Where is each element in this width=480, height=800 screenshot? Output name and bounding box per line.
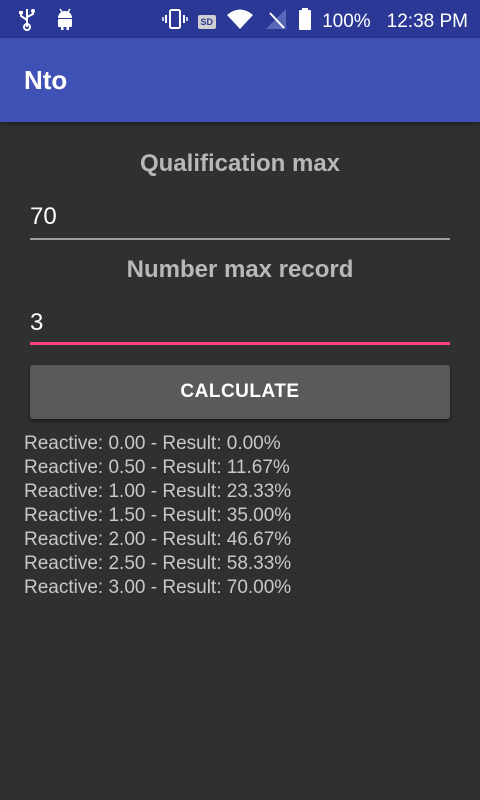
- result-line: Reactive: 0.00 - Result: 0.00%: [24, 433, 281, 454]
- qualification-max-underline: [30, 238, 450, 240]
- usb-icon: [16, 7, 38, 36]
- android-icon: [54, 7, 76, 36]
- results-list: Reactive: 0.00 - Result: 0.00% Reactive:…: [24, 432, 291, 600]
- result-line: Reactive: 1.00 - Result: 23.33%: [24, 481, 292, 502]
- status-bar: SD 100% 12:38 PM: [0, 0, 480, 38]
- number-max-record-underline: [30, 342, 450, 345]
- number-max-record-label: Number max record: [126, 256, 354, 283]
- app-title: Nto: [24, 65, 68, 95]
- sd-card-icon: SD: [197, 14, 217, 29]
- result-line: Reactive: 2.00 - Result: 46.67%: [24, 529, 292, 550]
- result-line: Reactive: 2.50 - Result: 58.33%: [24, 553, 292, 574]
- qualification-max-label: Qualification max: [139, 150, 341, 177]
- number-max-record-input[interactable]: [30, 302, 450, 344]
- wifi-icon: [226, 7, 254, 36]
- result-line: Reactive: 0.50 - Result: 11.67%: [24, 457, 290, 478]
- app-bar: Nto: [0, 38, 480, 122]
- battery-percent: 100%: [322, 10, 371, 32]
- no-signal-icon: [264, 7, 288, 36]
- clock: 12:38 PM: [386, 10, 468, 32]
- result-line: Reactive: 1.50 - Result: 35.00%: [24, 505, 292, 526]
- vibrate-icon: [161, 7, 188, 36]
- calculate-button[interactable]: CALCULATE: [30, 365, 450, 419]
- result-line: Reactive: 3.00 - Result: 70.00%: [24, 577, 292, 598]
- qualification-max-input[interactable]: [30, 196, 450, 238]
- battery-icon: [298, 7, 312, 36]
